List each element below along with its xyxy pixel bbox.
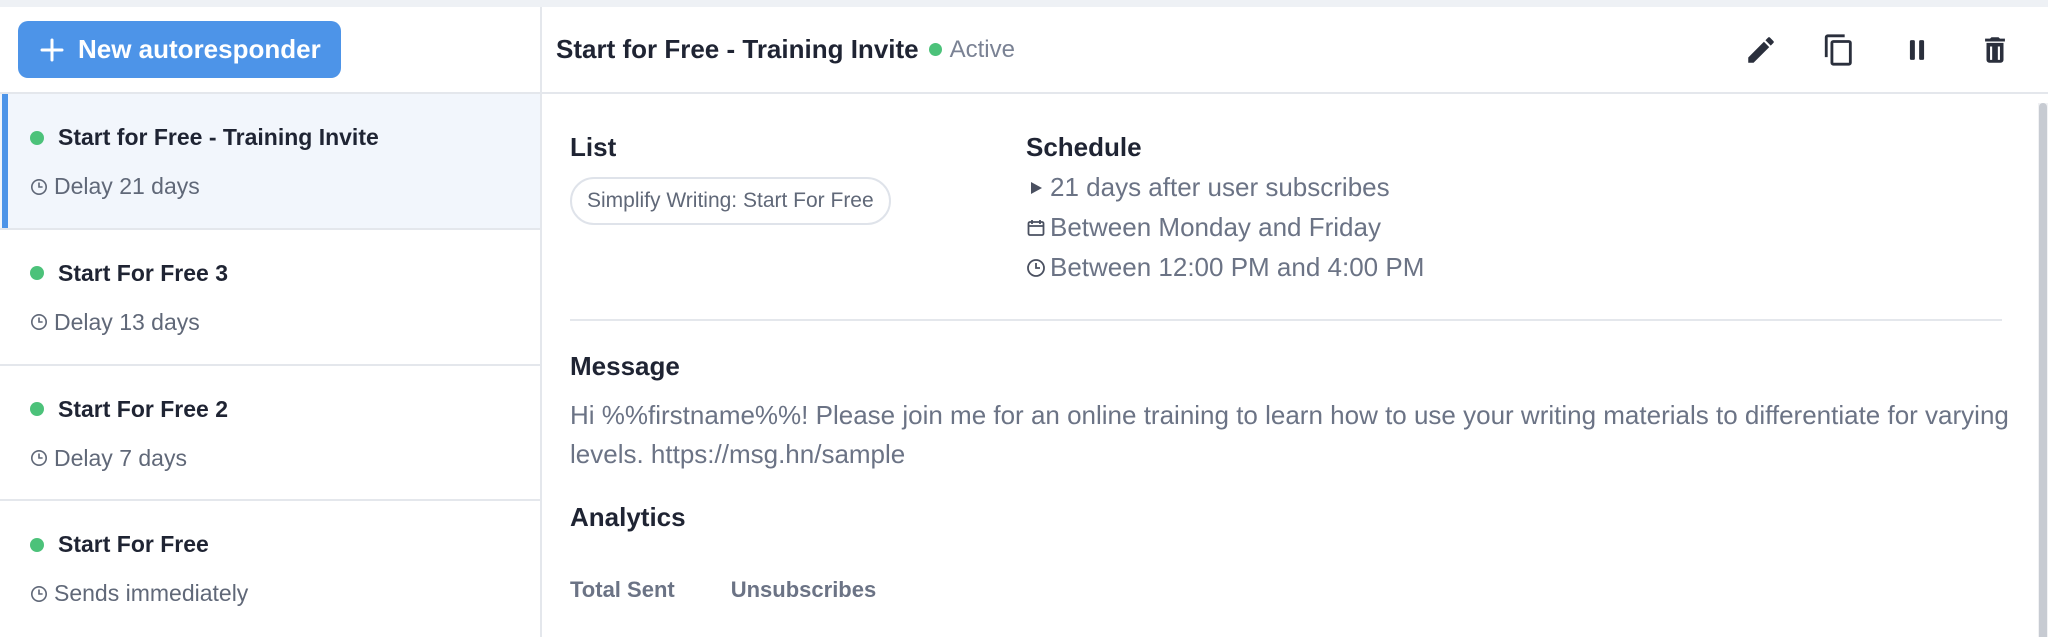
schedule-section: Schedule 21 days after user subscribes B…	[1026, 132, 1424, 283]
autoresponder-item-title: Start for Free - Training Invite	[58, 124, 379, 150]
clock-icon	[30, 450, 48, 467]
autoresponder-item[interactable]: Start For Free Sends immediately	[0, 501, 540, 637]
trash-icon	[1985, 36, 2005, 63]
pause-button[interactable]	[1878, 20, 1956, 80]
autoresponder-item[interactable]: Start For Free 3 Delay 13 days	[0, 230, 540, 366]
status-dot	[30, 537, 44, 552]
new-autoresponder-button[interactable]: New autoresponder	[18, 21, 341, 78]
schedule-heading: Schedule	[1026, 132, 1142, 162]
page-title: Start for Free - Training Invite	[556, 34, 919, 64]
detail-header: Start for Free - Training Invite Active	[542, 7, 2048, 94]
duplicate-button[interactable]	[1800, 20, 1878, 80]
autoresponder-item-delay: Sends immediately	[54, 580, 249, 607]
schedule-hours: Between 12:00 PM and 4:00 PM	[1026, 252, 1424, 283]
autoresponder-item[interactable]: Start For Free 2 Delay 7 days	[0, 366, 540, 502]
pencil-icon	[1748, 36, 1774, 63]
play-icon	[1031, 181, 1042, 194]
app-window: New autoresponder Start for Free - Train…	[0, 7, 2048, 637]
unsubscribes-label: Unsubscribes	[730, 577, 877, 602]
status-dot	[30, 130, 44, 145]
schedule-days: Between Monday and Friday	[1026, 212, 1424, 243]
autoresponder-item-title: Start For Free	[58, 531, 209, 558]
schedule-days-text: Between Monday and Friday	[1050, 212, 1381, 242]
status-label: Active	[949, 35, 1015, 63]
schedule-hours-text: Between 12:00 PM and 4:00 PM	[1050, 252, 1425, 282]
status-dot	[30, 402, 44, 417]
clock-icon	[30, 314, 48, 331]
sidebar-header: New autoresponder	[0, 7, 540, 94]
autoresponder-item-delay: Delay 13 days	[54, 308, 200, 335]
clock-icon	[1027, 258, 1045, 277]
edit-button[interactable]	[1722, 20, 1800, 80]
total-sent-label: Total Sent	[570, 577, 675, 602]
autoresponder-item-delay: Delay 7 days	[54, 444, 187, 471]
header-actions	[1722, 20, 2034, 80]
section-divider	[570, 319, 2002, 321]
schedule-delay: 21 days after user subscribes	[1026, 172, 1424, 203]
autoresponder-detail: Start for Free - Training Invite Active	[542, 7, 2048, 637]
list-section: List Simplify Writing: Start For Free	[570, 132, 1026, 283]
status-dot	[928, 43, 942, 56]
scrollbar-thumb[interactable]	[2039, 103, 2047, 637]
calendar-icon	[1027, 219, 1045, 236]
autoresponder-item-delay: Delay 21 days	[54, 173, 200, 199]
autoresponder-item-title: Start For Free 2	[58, 395, 228, 422]
detail-scrollbar[interactable]	[2038, 103, 2048, 637]
clock-icon	[30, 585, 48, 602]
new-autoresponder-label: New autoresponder	[78, 34, 321, 64]
analytics-heading: Analytics	[570, 502, 686, 532]
autoresponder-item[interactable]: Start for Free - Training Invite Delay 2…	[0, 94, 540, 230]
detail-content: List Simplify Writing: Start For Free Sc…	[542, 94, 2048, 603]
copy-icon	[1824, 33, 1852, 66]
status-badge: Active	[928, 35, 1015, 64]
pause-icon	[1909, 39, 1925, 60]
message-body: Hi %%firstname%%! Please join me for an …	[570, 400, 2009, 469]
list-heading: List	[570, 132, 617, 162]
autoresponder-sidebar: New autoresponder Start for Free - Train…	[0, 7, 542, 637]
schedule-delay-text: 21 days after user subscribes	[1050, 172, 1390, 202]
analytics-columns: Total Sent Unsubscribes	[570, 577, 2048, 603]
status-dot	[30, 266, 44, 281]
clock-icon	[30, 178, 48, 195]
list-chip[interactable]: Simplify Writing: Start For Free	[570, 177, 891, 225]
delete-button[interactable]	[1956, 20, 2034, 80]
plus-icon	[40, 38, 64, 61]
autoresponder-item-title: Start For Free 3	[58, 259, 228, 286]
message-heading: Message	[570, 351, 680, 381]
